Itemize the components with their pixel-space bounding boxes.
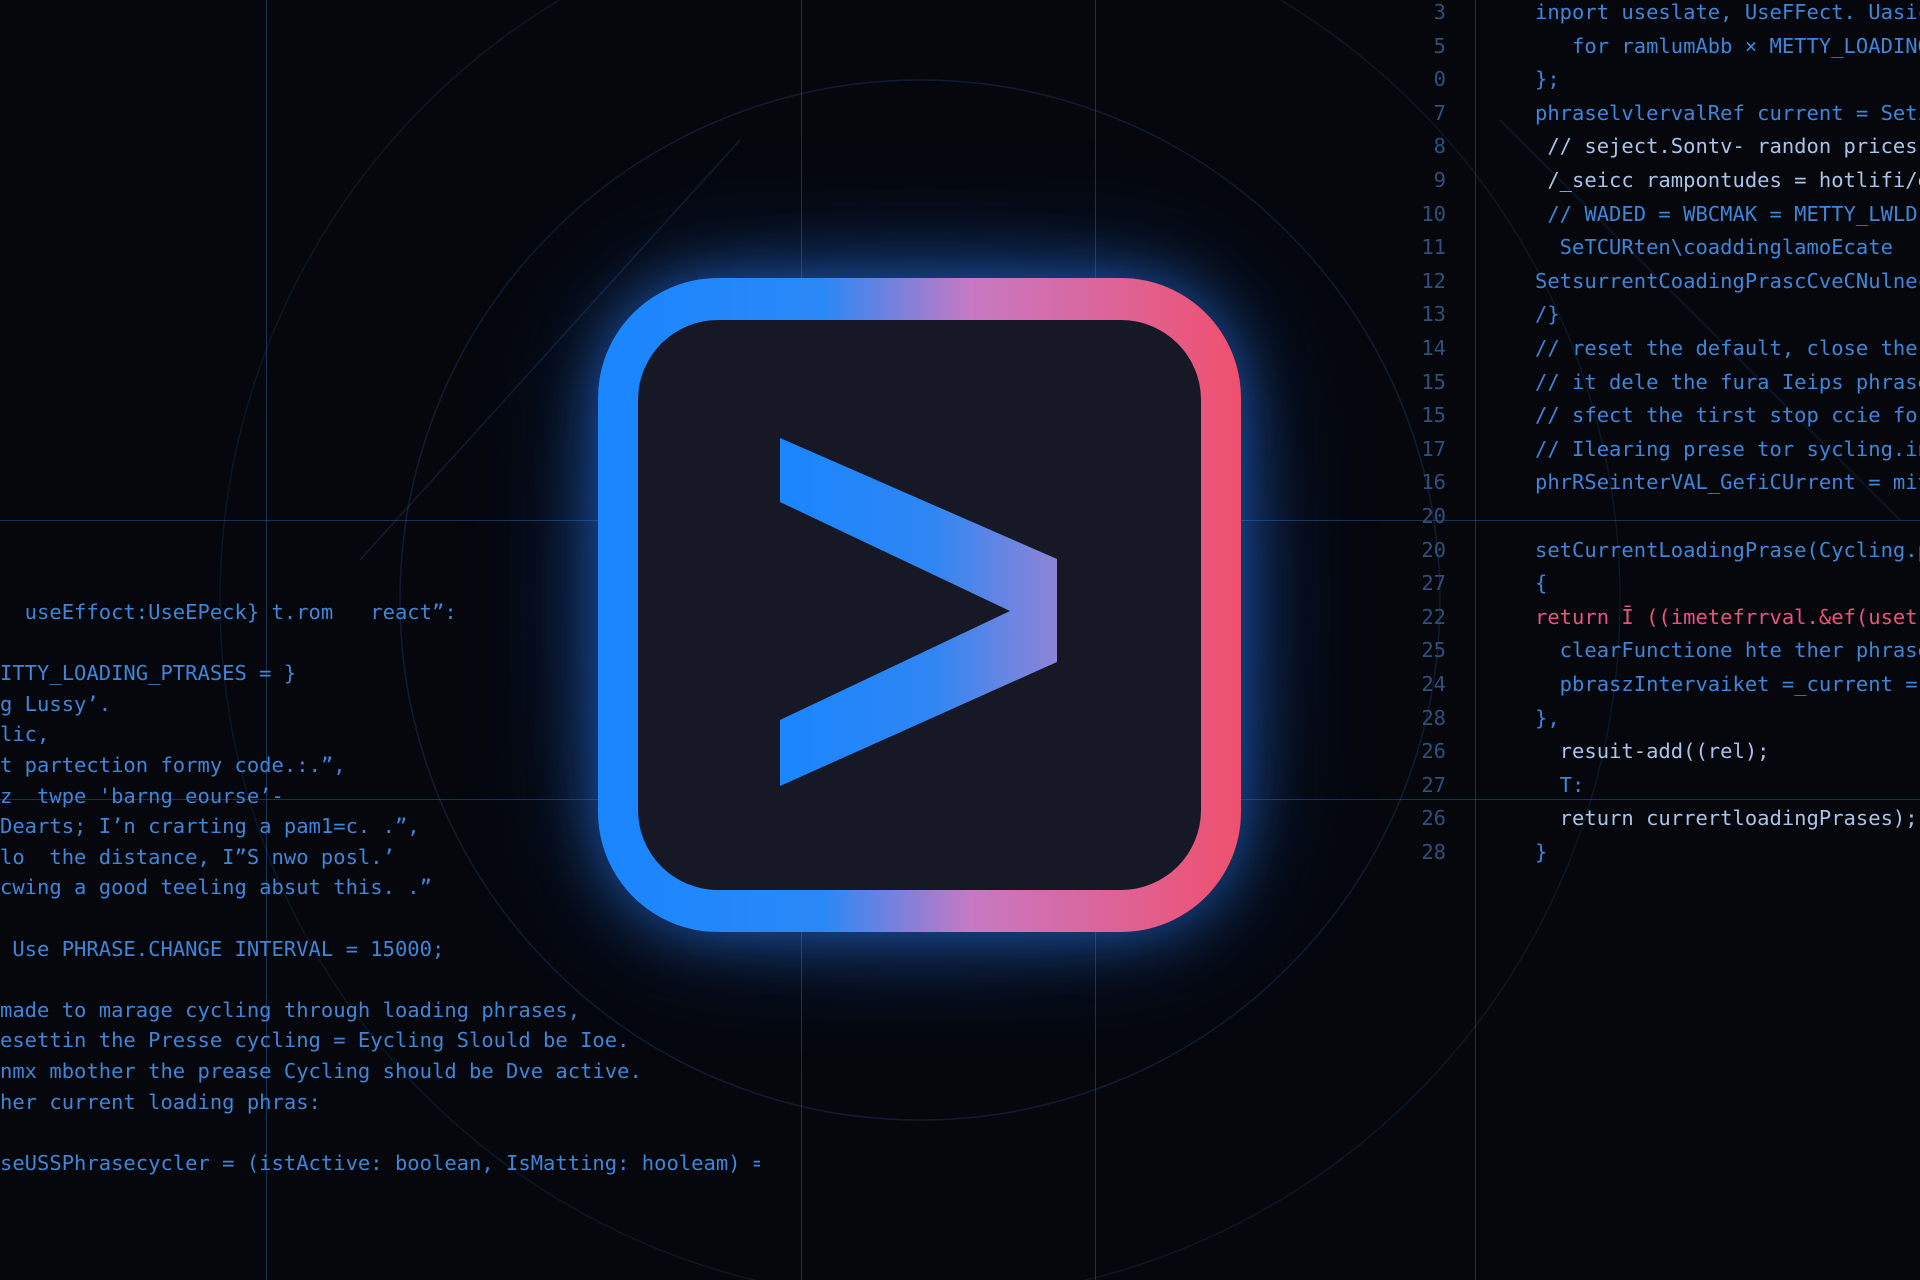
line-number: 9 [1433,168,1446,192]
line-number: 25 [1421,638,1446,663]
line-number: 11 [1421,235,1446,260]
line-number: 7 [1433,100,1446,125]
code-line: ITTY_LOADING_PTRASES = } [0,661,297,686]
code-panel-right: 3 inport useslate, UseFFect. Uasic 5 for r… [1380,0,1920,1280]
app-icon[interactable] [598,278,1241,932]
code-line: // Ilearing prese tor sycling.inv [1535,436,1920,461]
code-line: setCurrentLoadingPrase(Cycling.pr [1535,537,1920,562]
line-number: 16 [1421,470,1446,495]
code-line: made to marage cycling through loading p… [0,997,581,1022]
code-line: useEffoct:UseEPeck} t.rom react”: [0,600,457,624]
line-number: 26 [1421,806,1446,831]
line-number: 15 [1421,403,1446,428]
code-line: SetsurrentCoadingPrascCveCNulnec [1535,268,1920,293]
line-number: 3 [1433,0,1446,24]
code-line: } [1535,840,1548,864]
terminal-prompt-icon [780,438,1057,786]
code-line: return Ī ((imetefrrval.&ef(uset [1535,604,1918,629]
code-line: /} [1535,302,1560,327]
line-number: 8 [1433,134,1446,159]
code-line: z twpe 'barng eourse’- [0,783,284,808]
code-line: seUSSPhrasecycler = (istActive: boolean,… [0,1150,760,1175]
code-line: // it dele the fura Ieips phrases [1535,369,1920,394]
line-number: 24 [1421,672,1446,696]
line-number: 10 [1421,201,1446,226]
code-line: resuit-add((rel); [1535,739,1770,764]
code-line: pbraszIntervaiket =_current = m [1535,672,1920,696]
app-icon-inner [638,320,1201,890]
code-line: }, [1535,705,1560,730]
code-line: lic, [0,722,50,747]
code-line: t partection formy code.:.”, [0,753,346,777]
line-number: 0 [1433,67,1446,92]
code-line: for ramlumAbb × METTY_LOADING_ [1535,33,1920,58]
line-number: 15 [1421,369,1446,394]
code-line: g Lussy’. [0,691,112,716]
code-line: Dearts; I’n crarting a pam1=c. .”, [0,814,420,839]
line-number: 22 [1421,604,1446,629]
code-line: inport useslate, UseFFect. Uasic [1535,0,1920,24]
code-line: clearFunctione hte ther phrase; [1535,638,1920,663]
line-number: 27 [1421,571,1446,596]
line-number: 14 [1421,336,1446,360]
code-line: // reset the default, close the c [1535,336,1920,360]
code-line: esettin the Presse cycling = Eycling Slo… [0,1028,630,1053]
line-number: 13 [1421,302,1446,327]
line-number: 20 [1421,537,1446,562]
code-line: T: [1535,772,1585,797]
code-line: nmx mbother the prease Cycling should be… [0,1059,642,1083]
line-number: 26 [1421,739,1446,764]
code-line: cwing a good teeling absut this. .” [0,875,432,900]
line-number: 5 [1433,33,1446,58]
code-line: return currertloadingPrases); [1535,806,1918,831]
line-number: 20 [1421,504,1446,528]
line-number: 12 [1421,268,1446,293]
code-line: SeTCURten\coaddinglamoEcate [1535,235,1893,260]
code-line: /_seicc rampontudes = hotlifi/e [1535,168,1920,192]
code-line: her current loading phras: [0,1089,321,1114]
code-line: // WADED = WBCMAK = METTY_LWLD [1535,201,1918,226]
code-line: Use PHRASE.CHANGE INTERVAL = 15000; [0,936,445,961]
line-number: 28 [1421,705,1446,730]
line-number: 27 [1421,772,1446,797]
code-line: }; [1535,67,1560,92]
code-line: // sfect the tirst stop ccie for [1535,403,1920,428]
line-number: 28 [1421,840,1446,864]
line-number: 17 [1421,436,1446,461]
code-line: lo the distance, I”S nwo posl.’ [0,844,395,869]
code-line: phraselvlervalRef current = Setit [1535,100,1920,125]
code-line: phrRSeinterVAL_GefiCUrrent = mitr [1535,470,1920,495]
code-line: { [1535,571,1548,596]
code-line: // seject.Sontv- randon prices; [1535,134,1920,159]
